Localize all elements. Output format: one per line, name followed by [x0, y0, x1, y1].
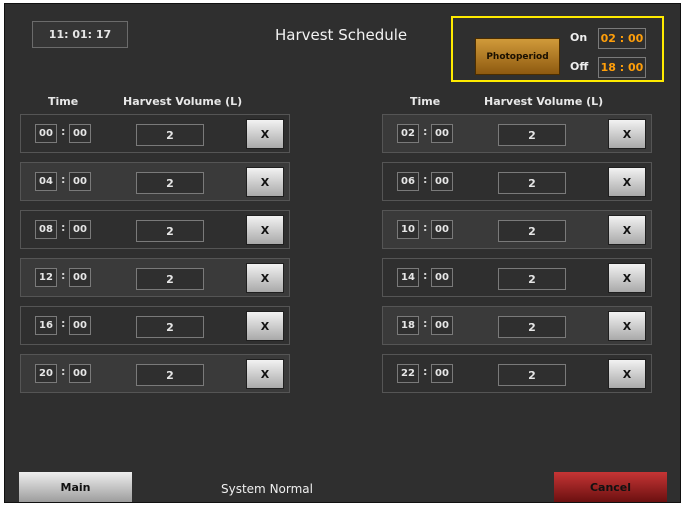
time-separator: : [423, 221, 428, 234]
schedule-row: 14 : 00 2 X [382, 258, 652, 297]
schedule-row: 08 : 00 2 X [20, 210, 290, 249]
minute-field[interactable]: 00 [431, 124, 453, 143]
schedule-row: 22 : 00 2 X [382, 354, 652, 393]
time-separator: : [423, 365, 428, 378]
volume-field[interactable]: 2 [136, 316, 204, 338]
minute-field[interactable]: 00 [431, 268, 453, 287]
photoperiod-off-field[interactable]: 18 : 00 [598, 57, 646, 78]
schedule-row: 00 : 00 2 X [20, 114, 290, 153]
hour-field[interactable]: 14 [397, 268, 419, 287]
hour-field[interactable]: 10 [397, 220, 419, 239]
volume-field[interactable]: 2 [136, 268, 204, 290]
minute-field[interactable]: 00 [69, 220, 91, 239]
hour-field[interactable]: 18 [397, 316, 419, 335]
time-separator: : [61, 317, 66, 330]
time-separator: : [423, 317, 428, 330]
hour-field[interactable]: 16 [35, 316, 57, 335]
volume-field[interactable]: 2 [136, 124, 204, 146]
volume-field[interactable]: 2 [136, 364, 204, 386]
minute-field[interactable]: 00 [431, 316, 453, 335]
minute-field[interactable]: 00 [431, 364, 453, 383]
time-separator: : [61, 173, 66, 186]
volume-field[interactable]: 2 [498, 364, 566, 386]
hour-field[interactable]: 06 [397, 172, 419, 191]
schedule-row: 12 : 00 2 X [20, 258, 290, 297]
schedule-row: 10 : 00 2 X [382, 210, 652, 249]
volume-field[interactable]: 2 [498, 220, 566, 242]
delete-button[interactable]: X [608, 311, 646, 341]
time-header-left: Time [48, 95, 79, 108]
minute-field[interactable]: 00 [431, 172, 453, 191]
delete-button[interactable]: X [246, 119, 284, 149]
system-status-text: System Normal [221, 482, 313, 496]
hour-field[interactable]: 12 [35, 268, 57, 287]
delete-button[interactable]: X [246, 263, 284, 293]
volume-field[interactable]: 2 [498, 124, 566, 146]
minute-field[interactable]: 00 [69, 124, 91, 143]
time-separator: : [61, 269, 66, 282]
photoperiod-button[interactable]: Photoperiod [475, 38, 560, 75]
hour-field[interactable]: 08 [35, 220, 57, 239]
minute-field[interactable]: 00 [431, 220, 453, 239]
photoperiod-off-label: Off [570, 60, 589, 73]
time-separator: : [423, 173, 428, 186]
hour-field[interactable]: 22 [397, 364, 419, 383]
schedule-row: 20 : 00 2 X [20, 354, 290, 393]
hour-field[interactable]: 04 [35, 172, 57, 191]
page-title: Harvest Schedule [275, 26, 408, 44]
photoperiod-panel: Photoperiod On 02 : 00 Off 18 : 00 [451, 16, 664, 82]
time-separator: : [61, 221, 66, 234]
photoperiod-on-label: On [570, 31, 588, 44]
delete-button[interactable]: X [608, 167, 646, 197]
delete-button[interactable]: X [608, 215, 646, 245]
time-separator: : [423, 125, 428, 138]
delete-button[interactable]: X [246, 215, 284, 245]
delete-button[interactable]: X [608, 119, 646, 149]
minute-field[interactable]: 00 [69, 316, 91, 335]
time-separator: : [61, 365, 66, 378]
hour-field[interactable]: 00 [35, 124, 57, 143]
delete-button[interactable]: X [608, 359, 646, 389]
minute-field[interactable]: 00 [69, 268, 91, 287]
volume-field[interactable]: 2 [136, 220, 204, 242]
clock-display: 11: 01: 17 [32, 21, 128, 48]
volume-field[interactable]: 2 [136, 172, 204, 194]
harvest-schedule-screen: 11: 01: 17 Harvest Schedule Photoperiod … [4, 3, 681, 503]
volume-field[interactable]: 2 [498, 316, 566, 338]
minute-field[interactable]: 00 [69, 172, 91, 191]
volume-field[interactable]: 2 [498, 172, 566, 194]
hour-field[interactable]: 20 [35, 364, 57, 383]
main-button[interactable]: Main [19, 472, 132, 502]
time-separator: : [423, 269, 428, 282]
schedule-row: 04 : 00 2 X [20, 162, 290, 201]
volume-header-right: Harvest Volume (L) [484, 95, 604, 108]
delete-button[interactable]: X [246, 167, 284, 197]
schedule-row: 18 : 00 2 X [382, 306, 652, 345]
delete-button[interactable]: X [608, 263, 646, 293]
volume-header-left: Harvest Volume (L) [123, 95, 243, 108]
delete-button[interactable]: X [246, 311, 284, 341]
delete-button[interactable]: X [246, 359, 284, 389]
hour-field[interactable]: 02 [397, 124, 419, 143]
schedule-row: 02 : 00 2 X [382, 114, 652, 153]
minute-field[interactable]: 00 [69, 364, 91, 383]
cancel-button[interactable]: Cancel [554, 472, 667, 502]
time-header-right: Time [410, 95, 441, 108]
schedule-row: 16 : 00 2 X [20, 306, 290, 345]
photoperiod-on-field[interactable]: 02 : 00 [598, 28, 646, 49]
time-separator: : [61, 125, 66, 138]
volume-field[interactable]: 2 [498, 268, 566, 290]
schedule-row: 06 : 00 2 X [382, 162, 652, 201]
